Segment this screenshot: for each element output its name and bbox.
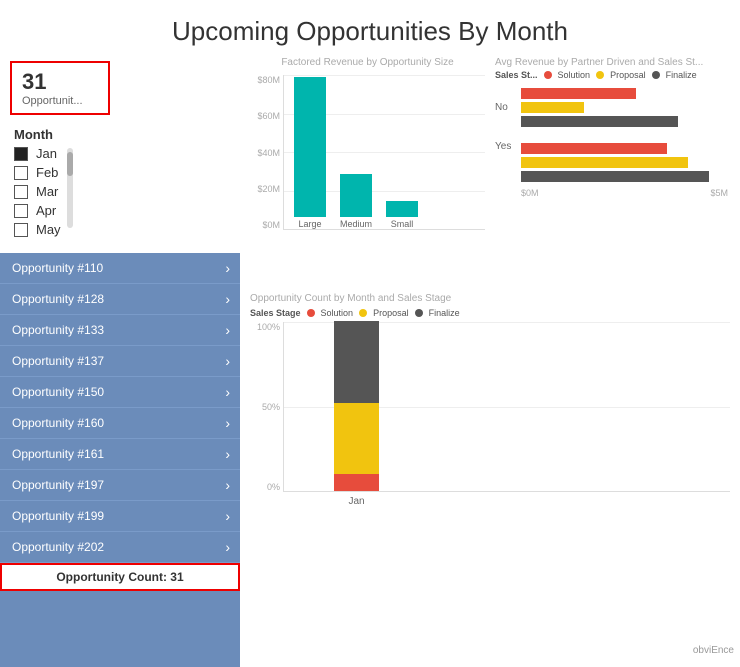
opp-count-bar: Opportunity Count: 31 (0, 563, 240, 591)
opp-item-133[interactable]: Opportunity #133 › (0, 315, 240, 346)
chart3-title: Opportunity Count by Month and Sales Sta… (250, 293, 730, 304)
chevron-right-icon: › (225, 508, 230, 524)
y-0-label: 0% (250, 482, 280, 492)
chart3-fin-dot (415, 309, 423, 317)
hbar-no-solution (521, 88, 636, 99)
chart-opp-count: Opportunity Count by Month and Sales Sta… (250, 285, 730, 667)
page-title: Upcoming Opportunities By Month (0, 0, 740, 57)
legend-solution-label: Solution (558, 70, 591, 80)
hbar-no-proposal (521, 102, 584, 113)
filter-section: Month Jan Feb Mar (0, 123, 240, 245)
legend-solution-dot (544, 71, 552, 79)
chevron-right-icon: › (225, 260, 230, 276)
y-label-20m: $20M (250, 184, 280, 194)
chart3-sol-label: Solution (321, 308, 354, 318)
chevron-right-icon: › (225, 477, 230, 493)
filter-apr[interactable]: Apr (14, 203, 61, 218)
y-50-label: 50% (250, 402, 280, 412)
hbar-no-finalize (521, 116, 678, 127)
x-axis-jan: Jan (334, 496, 379, 507)
opp-item-150[interactable]: Opportunity #150 › (0, 377, 240, 408)
hbar-yes-finalize (521, 171, 709, 182)
filter-may[interactable]: May (14, 222, 61, 237)
filter-jan[interactable]: Jan (14, 146, 61, 161)
charts-top: Factored Revenue by Opportunity Size $80… (250, 57, 730, 277)
bar-large (294, 77, 326, 217)
bar-small (386, 201, 418, 217)
chart-factored-revenue: Factored Revenue by Opportunity Size $80… (250, 57, 485, 277)
hbar-yes-proposal (521, 157, 688, 168)
chart3-prop-label: Proposal (373, 308, 409, 318)
opp-item-128[interactable]: Opportunity #128 › (0, 284, 240, 315)
checkbox-may[interactable] (14, 223, 28, 237)
filter-mar[interactable]: Mar (14, 184, 61, 199)
x-label-5m: $5M (710, 188, 728, 198)
kpi-label: Opportunit... (22, 95, 98, 107)
y-label-80m: $80M (250, 75, 280, 85)
opportunity-list: Opportunity #110 › Opportunity #128 › Op… (0, 253, 240, 667)
chevron-right-icon: › (225, 415, 230, 431)
filter-title: Month (14, 127, 226, 142)
chevron-right-icon: › (225, 446, 230, 462)
chart1-title: Factored Revenue by Opportunity Size (250, 57, 485, 68)
bar-large-label: Large (298, 219, 321, 229)
opp-item-161[interactable]: Opportunity #161 › (0, 439, 240, 470)
hbar-yes-label: Yes (495, 141, 511, 152)
legend-proposal-dot (596, 71, 604, 79)
stacked-seg-proposal (334, 403, 379, 474)
x-label-0m: $0M (521, 188, 539, 198)
chart3-prop-dot (359, 309, 367, 317)
chart3-legend-ss-label: Sales Stage (250, 308, 301, 318)
bar-small-label: Small (391, 219, 414, 229)
hbar-yes-solution (521, 143, 667, 154)
chart2-title: Avg Revenue by Partner Driven and Sales … (495, 57, 730, 68)
y-100-label: 100% (250, 322, 280, 332)
stacked-seg-solution (334, 474, 379, 491)
chevron-right-icon: › (225, 353, 230, 369)
opp-item-199[interactable]: Opportunity #199 › (0, 501, 240, 532)
hbar-no-label: No (495, 102, 508, 113)
checkbox-jan[interactable] (14, 147, 28, 161)
opp-item-202[interactable]: Opportunity #202 › (0, 532, 240, 563)
opp-item-110[interactable]: Opportunity #110 › (0, 253, 240, 284)
y-label-40m: $40M (250, 148, 280, 158)
legend-proposal-label: Proposal (610, 70, 646, 80)
filter-feb[interactable]: Feb (14, 165, 61, 180)
chart3-fin-label: Finalize (429, 308, 460, 318)
y-label-0m: $0M (250, 220, 280, 230)
kpi-card[interactable]: 31 Opportunit... (10, 61, 110, 115)
opp-item-197[interactable]: Opportunity #197 › (0, 470, 240, 501)
checkbox-feb[interactable] (14, 166, 28, 180)
chevron-right-icon: › (225, 384, 230, 400)
kpi-number: 31 (22, 69, 98, 95)
legend-sales-st-label: Sales St... (495, 70, 538, 80)
checkbox-mar[interactable] (14, 185, 28, 199)
checkbox-apr[interactable] (14, 204, 28, 218)
chevron-right-icon: › (225, 539, 230, 555)
chevron-right-icon: › (225, 291, 230, 307)
chart3-sol-dot (307, 309, 315, 317)
right-panel: Factored Revenue by Opportunity Size $80… (240, 57, 740, 667)
chart-avg-revenue: Avg Revenue by Partner Driven and Sales … (495, 57, 730, 277)
chevron-right-icon: › (225, 322, 230, 338)
left-panel: 31 Opportunit... Month Jan Feb (0, 57, 240, 667)
bar-medium-label: Medium (340, 219, 372, 229)
bar-medium (340, 174, 372, 217)
opp-item-137[interactable]: Opportunity #137 › (0, 346, 240, 377)
legend-finalize-label: Finalize (666, 70, 697, 80)
branding: obviEnce (693, 645, 734, 656)
legend-finalize-dot (652, 71, 660, 79)
opp-item-160[interactable]: Opportunity #160 › (0, 408, 240, 439)
stacked-seg-finalize (334, 321, 379, 403)
y-label-60m: $60M (250, 111, 280, 121)
